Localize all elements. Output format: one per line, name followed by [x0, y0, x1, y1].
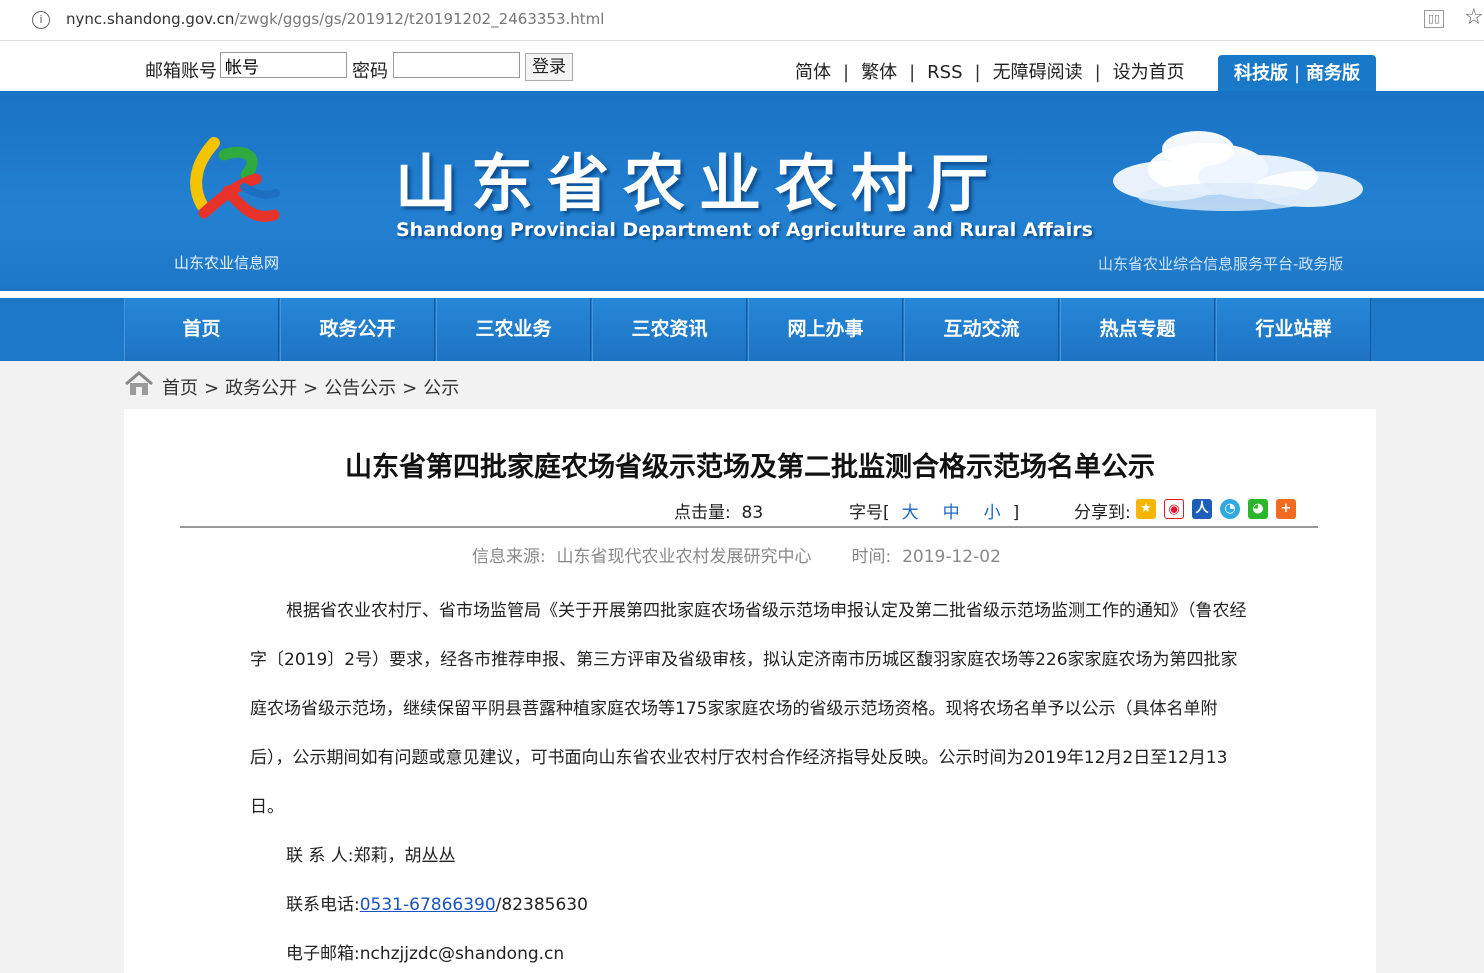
font-large-link[interactable]: 大 — [902, 503, 919, 523]
top-login-bar: 邮箱账号 密码 登录 简体|繁体|RSS|无障碍阅读|设为首页 科技版|商务版 — [0, 41, 1484, 92]
breadcrumb-separator: > — [204, 378, 220, 399]
article-meta: 信息来源: 山东省现代农业农村发展研究中心 时间: 2019-12-02 — [472, 542, 1001, 567]
article-panel: 山东省第四批家庭农场省级示范场及第二批监测合格示范场名单公示 点击量: 83 字… — [124, 409, 1376, 973]
source-value: 山东省现代农业农村发展研究中心 — [556, 547, 812, 567]
nav-item-online-service[interactable]: 网上办事 — [748, 298, 903, 361]
site-banner: 山东农业信息网 山东省农业农村厅 Shandong Provincial Dep… — [0, 91, 1484, 291]
cloud-graphic — [1113, 131, 1363, 211]
logo-caption: 山东农业信息网 — [174, 254, 280, 272]
url-host: nync.shandong.gov.cn — [66, 10, 235, 28]
breadcrumb-separator: > — [303, 378, 319, 399]
article-paragraph: 根据省农业农村厅、省市场监管局《关于开展第四批家庭农场省级示范场申报认定及第二批… — [250, 601, 1247, 817]
contact-label: 联 系 人: — [286, 846, 354, 866]
nav-item-industry-sites[interactable]: 行业站群 — [1216, 298, 1371, 361]
main-nav: 首页 政务公开 三农业务 三农资讯 网上办事 互动交流 热点专题 行业站群 — [0, 298, 1484, 361]
browser-address-bar: i nync.shandong.gov.cn/zwgk/gggs/gs/2019… — [0, 0, 1484, 41]
separator: | — [1094, 62, 1101, 83]
separator: | — [843, 62, 850, 83]
weibo-icon[interactable]: ◉ — [1164, 499, 1184, 519]
email-value: nchzjjzdc@shandong.cn — [359, 944, 565, 964]
time-label: 时间: — [851, 547, 892, 567]
tencent-weibo-icon[interactable]: ◔ — [1220, 499, 1240, 519]
site-title-en: Shandong Provincial Department of Agricu… — [396, 219, 1093, 241]
top-links: 简体 | 繁体 | RSS | 无障碍阅读 | 设为首页 — [795, 58, 1185, 84]
share-label: 分享到: — [1074, 503, 1131, 523]
reader-mode-icon[interactable]: ▯▯ — [1424, 10, 1444, 28]
platform-caption: 山东省农业综合信息服务平台-政务版 — [1098, 255, 1344, 273]
agri-logo-icon[interactable] — [184, 135, 284, 235]
link-rss[interactable]: RSS — [927, 62, 962, 83]
source-label: 信息来源: — [472, 547, 546, 567]
hits-label: 点击量: — [674, 503, 731, 523]
article-body: 根据省农业农村厅、省市场监管局《关于开展第四批家庭农场省级示范场申报认定及第二批… — [250, 587, 1252, 832]
fontsize-close: ] — [1012, 503, 1020, 523]
info-icon[interactable]: i — [32, 11, 50, 29]
site-title-cn: 山东省农业农村厅 — [395, 147, 1004, 220]
url-text[interactable]: nync.shandong.gov.cn/zwgk/gggs/gs/201912… — [66, 10, 604, 28]
mail-account-label: 邮箱账号 — [145, 61, 217, 82]
bookmark-star-icon[interactable]: ☆ — [1464, 5, 1484, 30]
contact-email: 电子邮箱:nchzjjzdc@shandong.cn — [286, 939, 564, 964]
link-set-homepage[interactable]: 设为首页 — [1113, 62, 1185, 83]
link-simplified[interactable]: 简体 — [795, 62, 831, 83]
font-size-controls: 字号[ 大 中 小] — [849, 498, 1019, 523]
article-title: 山东省第四批家庭农场省级示范场及第二批监测合格示范场名单公示 — [345, 452, 1155, 483]
separator: | — [1293, 63, 1301, 84]
phone-rest: /82385630 — [495, 895, 588, 915]
hits-value: 83 — [741, 503, 764, 523]
breadcrumb-separator: > — [402, 378, 418, 399]
hit-count: 点击量: 83 — [674, 498, 763, 523]
home-icon[interactable] — [124, 371, 154, 397]
title-divider — [180, 526, 1318, 528]
more-share-icon[interactable]: + — [1276, 499, 1296, 519]
time-value: 2019-12-02 — [902, 547, 1001, 567]
contact-person: 联 系 人:郑莉，胡丛丛 — [286, 841, 456, 866]
fontsize-label: 字号[ — [849, 503, 890, 523]
font-medium-link[interactable]: 中 — [943, 503, 960, 523]
nav-item-agri-business[interactable]: 三农业务 — [436, 298, 591, 361]
separator: | — [909, 62, 916, 83]
nav-item-hot-topics[interactable]: 热点专题 — [1060, 298, 1215, 361]
contact-value: 郑莉，胡丛丛 — [353, 846, 456, 866]
breadcrumb-notice[interactable]: 公示 — [423, 378, 459, 399]
font-small-link[interactable]: 小 — [984, 503, 1001, 523]
password-input[interactable] — [393, 52, 520, 78]
banner-divider — [0, 291, 1484, 298]
link-accessibility[interactable]: 无障碍阅读 — [993, 62, 1083, 83]
breadcrumb-home[interactable]: 首页 — [162, 378, 198, 399]
breadcrumb-gov-affairs[interactable]: 政务公开 — [225, 378, 297, 399]
password-label: 密码 — [352, 61, 388, 82]
tab-business-version[interactable]: 商务版 — [1306, 63, 1360, 84]
email-label: 电子邮箱: — [286, 944, 360, 964]
nav-item-gov-affairs[interactable]: 政务公开 — [280, 298, 435, 361]
wechat-icon[interactable]: ◕ — [1248, 499, 1268, 519]
share-icons: ★ ◉ 人 ◔ ◕ + — [1136, 499, 1304, 519]
renren-icon[interactable]: 人 — [1192, 499, 1212, 519]
phone-link[interactable]: 0531-67866390 — [360, 895, 496, 915]
url-path: /zwgk/gggs/gs/201912/t20191202_2463353.h… — [234, 10, 605, 28]
account-input[interactable] — [220, 52, 347, 78]
link-traditional[interactable]: 繁体 — [861, 62, 897, 83]
tab-tech-version[interactable]: 科技版 — [1234, 63, 1288, 84]
version-tabs: 科技版 | 商务版 — [1218, 55, 1376, 92]
nav-item-interaction[interactable]: 互动交流 — [904, 298, 1059, 361]
breadcrumb-announcements[interactable]: 公告公示 — [324, 378, 396, 399]
contact-phone: 联系电话:0531-67866390/82385630 — [286, 890, 588, 915]
nav-item-home[interactable]: 首页 — [124, 298, 279, 361]
login-button[interactable]: 登录 — [525, 53, 573, 81]
qzone-icon[interactable]: ★ — [1136, 499, 1156, 519]
nav-item-agri-news[interactable]: 三农资讯 — [592, 298, 747, 361]
separator: | — [974, 62, 981, 83]
phone-label: 联系电话: — [286, 895, 360, 915]
